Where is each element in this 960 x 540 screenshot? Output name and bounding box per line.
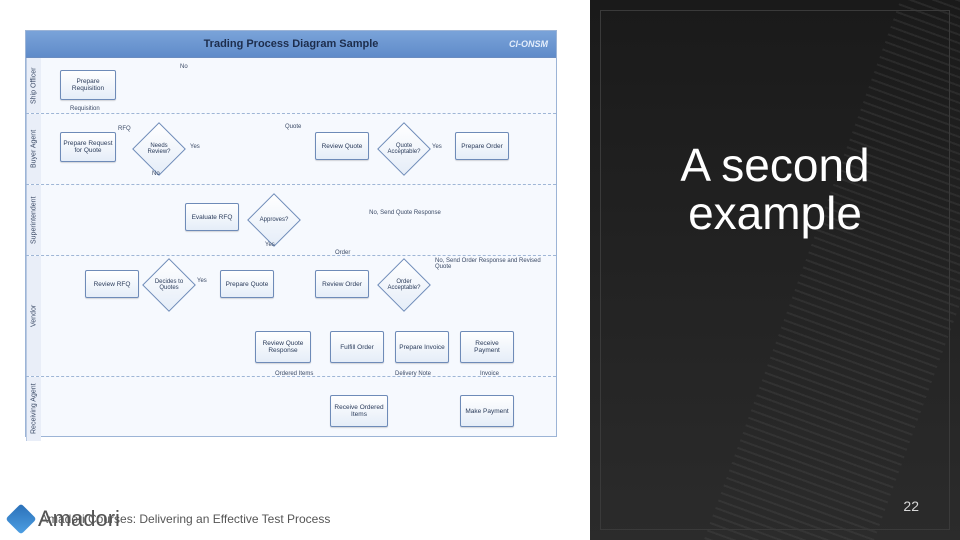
node-evaluate-rfq: Evaluate RFQ: [185, 203, 239, 231]
edge-label-invoice: Invoice: [480, 371, 499, 377]
lane-label: Receiving Agent: [26, 377, 41, 441]
node-prepare-requisition: Prepare Requisition: [60, 70, 116, 100]
node-receive-items: Receive Ordered Items: [330, 395, 388, 427]
node-receive-payment: Receive Payment: [460, 331, 514, 363]
logo-icon: [5, 503, 36, 534]
swimlanes: Ship Officer Prepare Requisition No Buye…: [26, 58, 556, 437]
lane-receiving-agent: Receiving Agent Ordered Items Receive Or…: [26, 377, 556, 441]
edge-label-delivery-note: Delivery Note: [395, 371, 431, 377]
edge-label-requisition: Requisition: [70, 106, 100, 112]
lane-label: Buyer Agent: [26, 114, 41, 184]
lane-superintendent: Superintendent Evaluate RFQ Approves? Ye…: [26, 185, 556, 256]
slide-title: A second example: [601, 141, 949, 238]
node-review-quote: Review Quote: [315, 132, 369, 160]
process-diagram: Trading Process Diagram Sample CI-ONSM S…: [25, 30, 557, 437]
diagram-title: Trading Process Diagram Sample: [204, 38, 379, 50]
lane-label: Vendor: [26, 256, 41, 376]
edge-label-yes: Yes: [190, 144, 200, 150]
node-prepare-invoice: Prepare Invoice: [395, 331, 449, 363]
lane-label: Superintendent: [26, 185, 41, 255]
lane-ship-officer: Ship Officer Prepare Requisition No: [26, 58, 556, 114]
edge-label-no-order-resp: No, Send Order Response and Revised Quot…: [435, 258, 545, 270]
node-review-rfq: Review RFQ: [85, 270, 139, 298]
edge-label-yes: Yes: [265, 242, 275, 248]
node-needs-review: Needs Review?: [132, 122, 186, 176]
diagram-brand: CI-ONSM: [509, 31, 548, 57]
edge-label-rfq: RFQ: [118, 126, 131, 132]
slide: A second example 22 Trading Process Diag…: [0, 0, 960, 540]
title-panel: A second example 22: [590, 0, 960, 540]
lane-buyer-agent: Buyer Agent Requisition Prepare Request …: [26, 114, 556, 185]
lane-label: Ship Officer: [26, 58, 41, 113]
node-fulfill-order: Fulfill Order: [330, 331, 384, 363]
node-quote-acceptable: Quote Acceptable?: [377, 122, 431, 176]
diagram-title-bar: Trading Process Diagram Sample CI-ONSM: [26, 31, 556, 58]
lane-vendor: Vendor Review RFQ Decides to Quotes Yes …: [26, 256, 556, 377]
edge-label-yes: Yes: [432, 144, 442, 150]
node-prepare-order: Prepare Order: [455, 132, 509, 160]
node-approves: Approves?: [247, 193, 301, 247]
edge-label-no: No: [180, 64, 188, 70]
node-order-acceptable: Order Acceptable?: [377, 258, 431, 312]
node-review-quote-resp: Review Quote Response: [255, 331, 311, 363]
node-make-payment: Make Payment: [460, 395, 514, 427]
edge-label-yes: Yes: [197, 278, 207, 284]
node-decides-quotes: Decides to Quotes: [142, 258, 196, 312]
node-prepare-quote: Prepare Quote: [220, 270, 274, 298]
edge-label-ordered-items: Ordered Items: [275, 371, 313, 377]
page-number: 22: [903, 498, 919, 514]
node-prepare-rfq: Prepare Request for Quote: [60, 132, 116, 162]
footer-text: Amadori Courses: Delivering an Effective…: [40, 512, 330, 526]
edge-label-order: Order: [335, 250, 350, 256]
title-panel-border: A second example 22: [600, 10, 950, 530]
node-review-order: Review Order: [315, 270, 369, 298]
edge-label-no: No: [152, 171, 160, 177]
edge-label-no-quote-resp: No, Send Quote Response: [350, 210, 460, 216]
edge-label-quote: Quote: [285, 124, 301, 130]
